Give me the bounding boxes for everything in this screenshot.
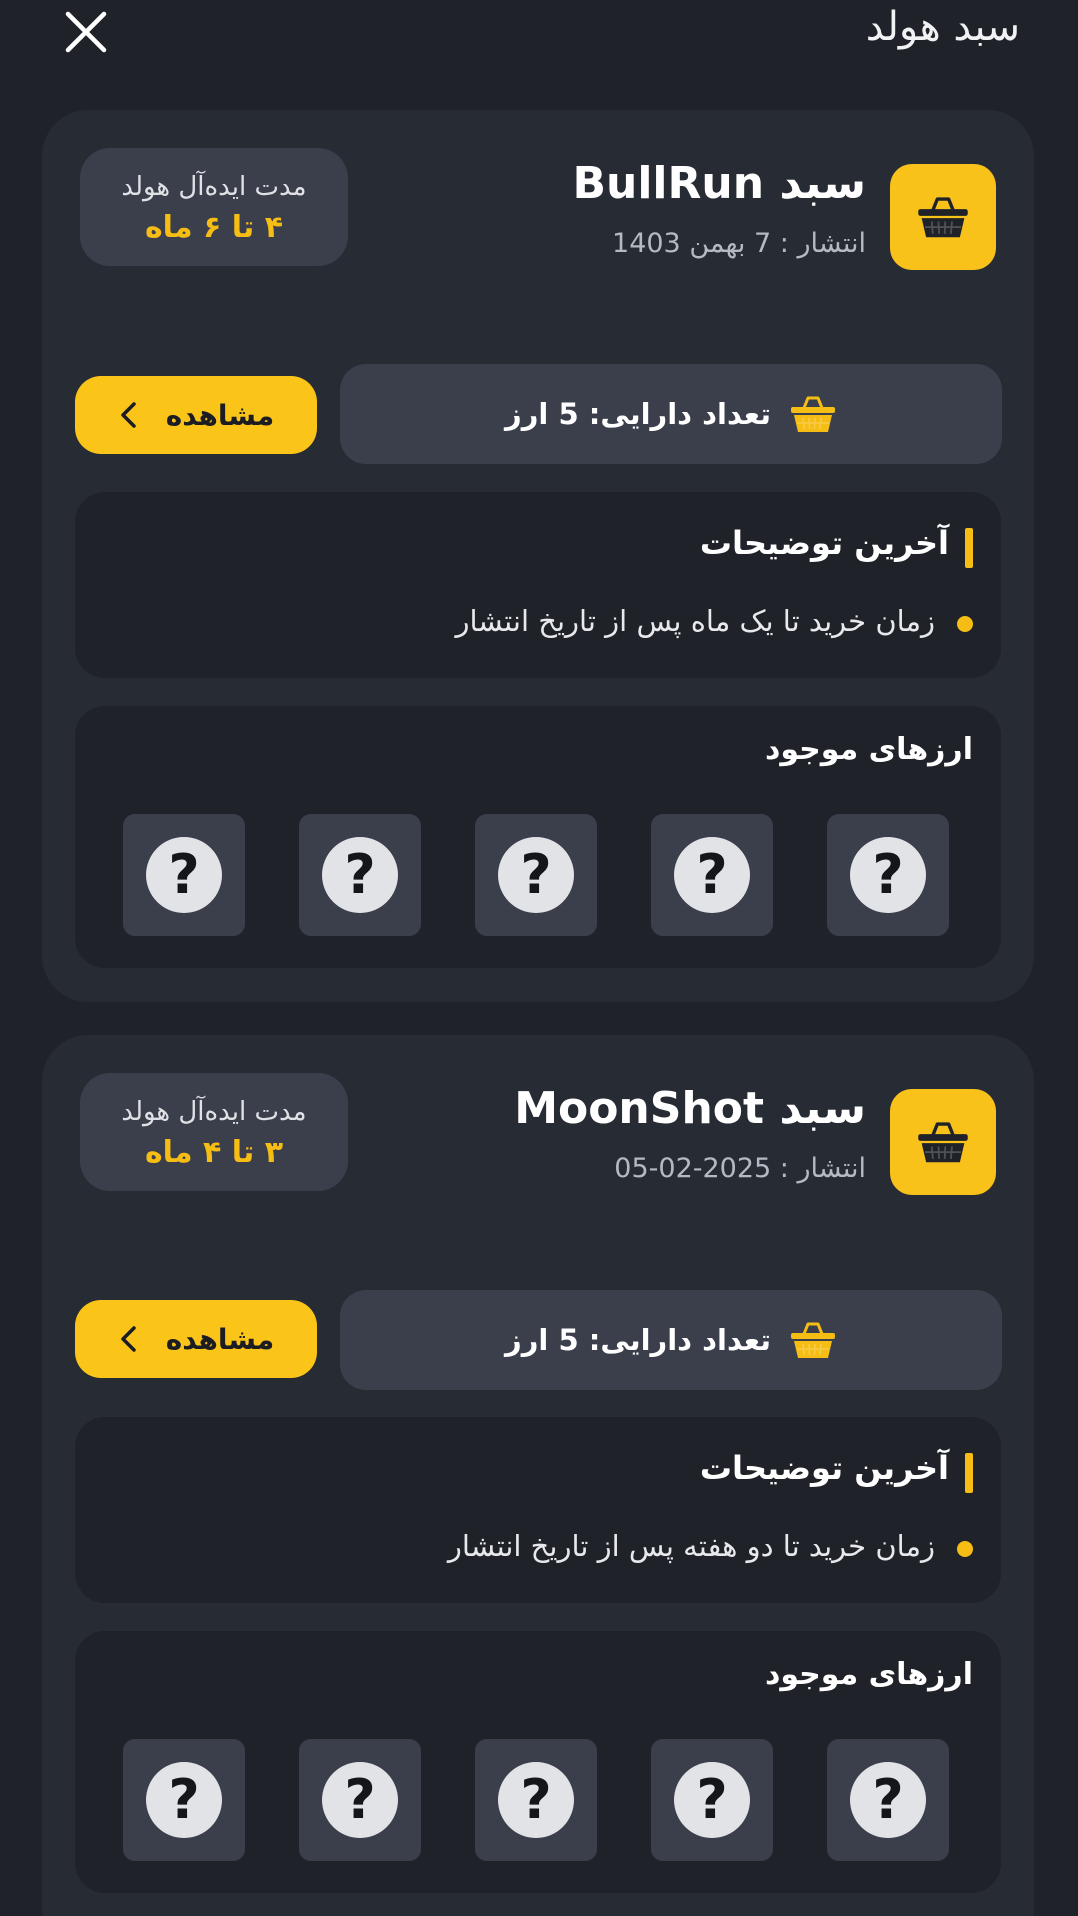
view-button-label: مشاهده [165, 1322, 275, 1356]
bullet-icon [957, 1541, 973, 1557]
asset-count-pill: تعداد دارایی: 5 ارز [340, 364, 1002, 464]
basket-icon [916, 194, 970, 240]
coin-tile[interactable]: ? [123, 1739, 245, 1861]
coin-tile[interactable]: ? [475, 1739, 597, 1861]
unknown-coin-icon: ? [498, 1762, 574, 1838]
basket-icon-tile [890, 164, 996, 270]
latest-notes-panel: آخرین توضیحات زمان خرید تا دو هفته پس از… [75, 1417, 1001, 1603]
coin-tile[interactable]: ? [651, 1739, 773, 1861]
asset-count: تعداد دارایی: 5 ارز [505, 1323, 771, 1357]
hold-duration-label: مدت ایده‌آل هولد [121, 172, 307, 202]
coin-tile[interactable]: ? [299, 1739, 421, 1861]
unknown-coin-icon: ? [146, 1762, 222, 1838]
coins-title: ارزهای موجود [764, 732, 973, 767]
unknown-coin-icon: ? [674, 837, 750, 913]
basket-title: سبد MoonShot [514, 1083, 866, 1134]
unknown-coin-icon: ? [850, 837, 926, 913]
asset-count: تعداد دارایی: 5 ارز [505, 397, 771, 431]
coin-tile[interactable]: ? [123, 814, 245, 936]
unknown-coin-icon: ? [498, 837, 574, 913]
basket-card-moonshot: سبد MoonShot انتشار : 2025-02-05 مدت اید… [42, 1035, 1034, 1916]
hold-duration-label: مدت ایده‌آل هولد [121, 1097, 307, 1127]
coin-tile[interactable]: ? [651, 814, 773, 936]
unknown-coin-icon: ? [322, 837, 398, 913]
coin-tile[interactable]: ? [827, 1739, 949, 1861]
notes-title: آخرین توضیحات [699, 524, 949, 562]
chevron-left-icon [121, 1326, 136, 1352]
chevron-left-icon [121, 402, 136, 428]
view-button[interactable]: مشاهده [75, 1300, 317, 1378]
publish-date: انتشار : 2025-02-05 [614, 1153, 866, 1184]
notes-accent-bar [965, 528, 973, 568]
unknown-coin-icon: ? [850, 1762, 926, 1838]
available-coins-panel: ارزهای موجود ? ? ? ? ? [75, 706, 1001, 968]
view-button[interactable]: مشاهده [75, 376, 317, 454]
page-title: سبد هولد [865, 4, 1020, 50]
available-coins-panel: ارزهای موجود ? ? ? ? ? [75, 1631, 1001, 1893]
coin-tile[interactable]: ? [827, 814, 949, 936]
unknown-coin-icon: ? [322, 1762, 398, 1838]
note-item: زمان خرید تا دو هفته پس از تاریخ انتشار [447, 1529, 935, 1563]
hold-duration-box: مدت ایده‌آل هولد ۴ تا ۶ ماه [80, 148, 348, 266]
latest-notes-panel: آخرین توضیحات زمان خرید تا یک ماه پس از … [75, 492, 1001, 678]
asset-count-pill: تعداد دارایی: 5 ارز [340, 1290, 1002, 1390]
basket-icon [789, 1318, 837, 1362]
basket-title: سبد BullRun [572, 158, 866, 209]
unknown-coin-icon: ? [674, 1762, 750, 1838]
basket-icon-tile [890, 1089, 996, 1195]
notes-accent-bar [965, 1453, 973, 1493]
basket-icon [916, 1119, 970, 1165]
coin-tile[interactable]: ? [299, 814, 421, 936]
hold-duration-value: ۴ تا ۶ ماه [144, 210, 284, 245]
hold-duration-box: مدت ایده‌آل هولد ۳ تا ۴ ماه [80, 1073, 348, 1191]
basket-header: سبد MoonShot انتشار : 2025-02-05 مدت اید… [42, 1035, 1034, 1235]
coin-tile[interactable]: ? [475, 814, 597, 936]
unknown-coin-icon: ? [146, 837, 222, 913]
basket-card-bullrun: سبد BullRun انتشار : 7 بهمن 1403 مدت اید… [42, 110, 1034, 1002]
bullet-icon [957, 616, 973, 632]
hold-duration-value: ۳ تا ۴ ماه [144, 1135, 284, 1170]
basket-icon [789, 392, 837, 436]
notes-title: آخرین توضیحات [699, 1449, 949, 1487]
note-item: زمان خرید تا یک ماه پس از تاریخ انتشار [455, 604, 935, 638]
top-bar: سبد هولد [0, 0, 1078, 70]
view-button-label: مشاهده [165, 398, 275, 432]
coins-title: ارزهای موجود [764, 1657, 973, 1692]
close-icon[interactable] [62, 8, 110, 56]
basket-header: سبد BullRun انتشار : 7 بهمن 1403 مدت اید… [42, 110, 1034, 310]
publish-date: انتشار : 7 بهمن 1403 [612, 228, 866, 259]
